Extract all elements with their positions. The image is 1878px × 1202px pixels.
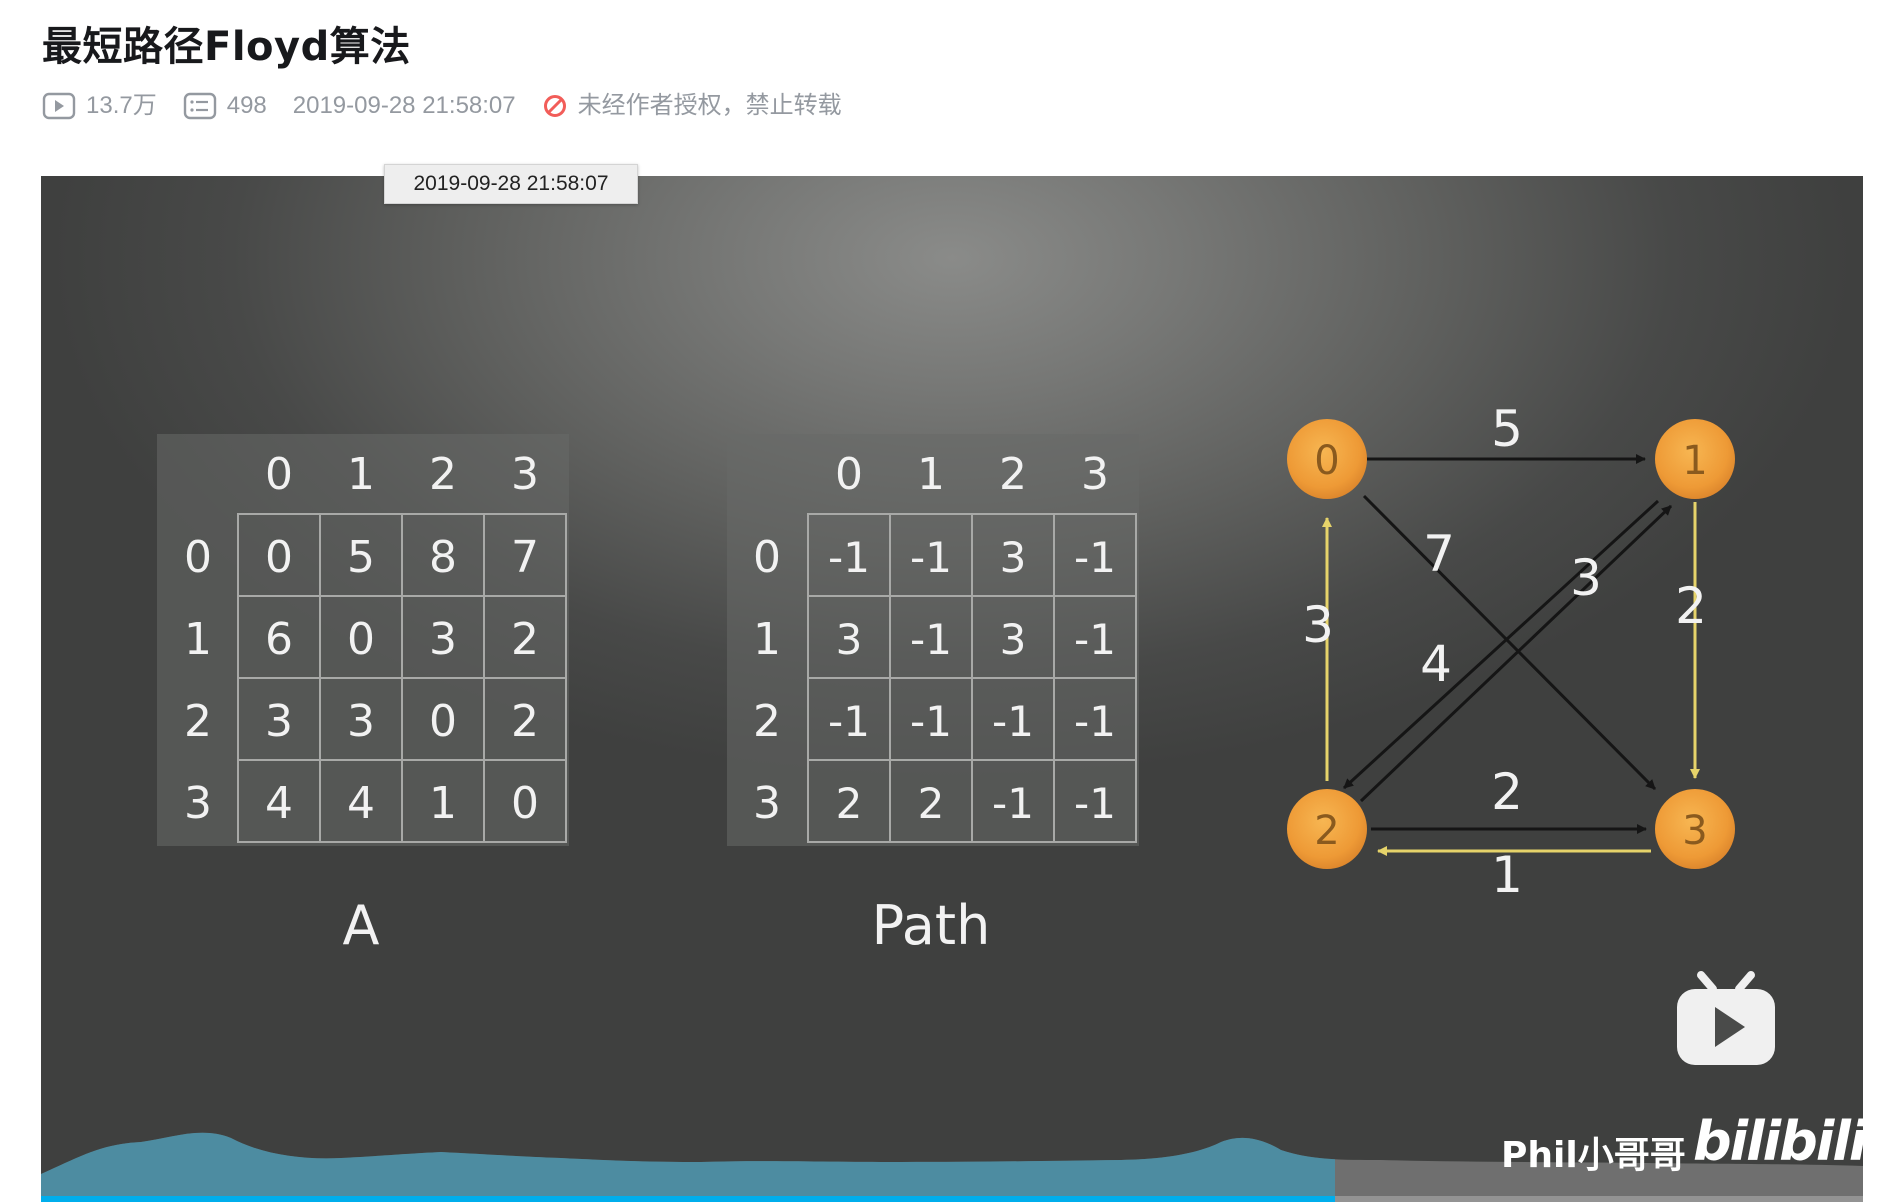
publish-time-text: 2019-09-28 21:58:07	[292, 92, 516, 119]
progress-waveform	[41, 1132, 1863, 1202]
progress-bar[interactable]	[41, 1196, 1863, 1202]
video-title: 最短路径Floyd算法	[42, 24, 411, 70]
danmaku-count: 498	[183, 91, 267, 121]
danmaku-icon	[183, 91, 217, 121]
video-player[interactable]: 0 1 2 3 0 1 2 3 0 5 8 7 6 0 3 2 3 3 0 2 …	[41, 176, 1863, 1202]
danmaku-count-text: 498	[226, 92, 267, 119]
uploader-watermark: Phil小哥哥	[1501, 1135, 1686, 1176]
video-meta-bar: 13.7万 498 2019-09-28 21:58:07 未经作者授权，禁止转…	[42, 86, 842, 126]
progress-bar-fill	[41, 1196, 1335, 1202]
publish-time-tooltip: 2019-09-28 21:58:07	[384, 164, 638, 204]
brand-watermark: bilibili	[1693, 1110, 1863, 1173]
no-reprint-icon	[542, 91, 568, 121]
play-count-icon	[42, 91, 76, 121]
bilibili-tv-icon	[1671, 961, 1781, 1075]
copyright-notice-text: 未经作者授权，禁止转载	[577, 92, 842, 119]
publish-time[interactable]: 2019-09-28 21:58:07	[293, 91, 516, 121]
view-count-text: 13.7万	[86, 92, 157, 119]
copyright-notice: 未经作者授权，禁止转载	[542, 91, 842, 121]
view-count: 13.7万	[42, 91, 157, 121]
